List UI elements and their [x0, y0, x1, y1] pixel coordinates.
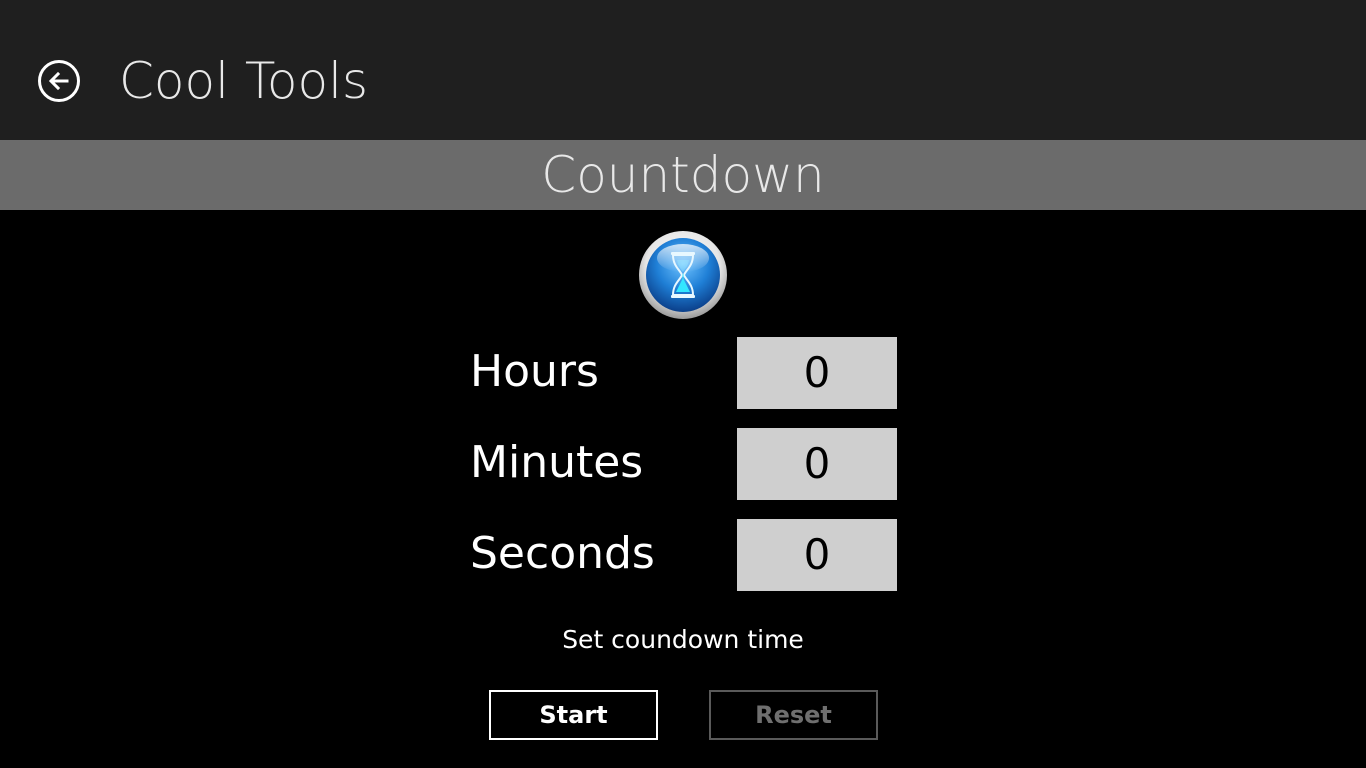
app-title: Cool Tools: [119, 52, 369, 110]
start-button[interactable]: Start: [489, 690, 658, 740]
section-header-bar: Countdown: [0, 140, 1366, 210]
seconds-label: Seconds: [470, 528, 655, 579]
seconds-input[interactable]: [737, 519, 897, 591]
hourglass-icon: [639, 231, 727, 319]
top-app-bar: Cool Tools: [0, 0, 1366, 140]
reset-button[interactable]: Reset: [709, 690, 878, 740]
back-arrow-icon: [48, 71, 69, 91]
minutes-label: Minutes: [470, 437, 644, 488]
hours-label: Hours: [470, 346, 599, 397]
status-message: Set coundown time: [562, 625, 804, 654]
hours-input[interactable]: [737, 337, 897, 409]
countdown-app: Cool Tools Countdown Hours 0 Minutes 0 S…: [0, 0, 1366, 768]
section-title: Countdown: [541, 146, 825, 204]
minutes-input[interactable]: [737, 428, 897, 500]
back-button[interactable]: [38, 60, 80, 102]
